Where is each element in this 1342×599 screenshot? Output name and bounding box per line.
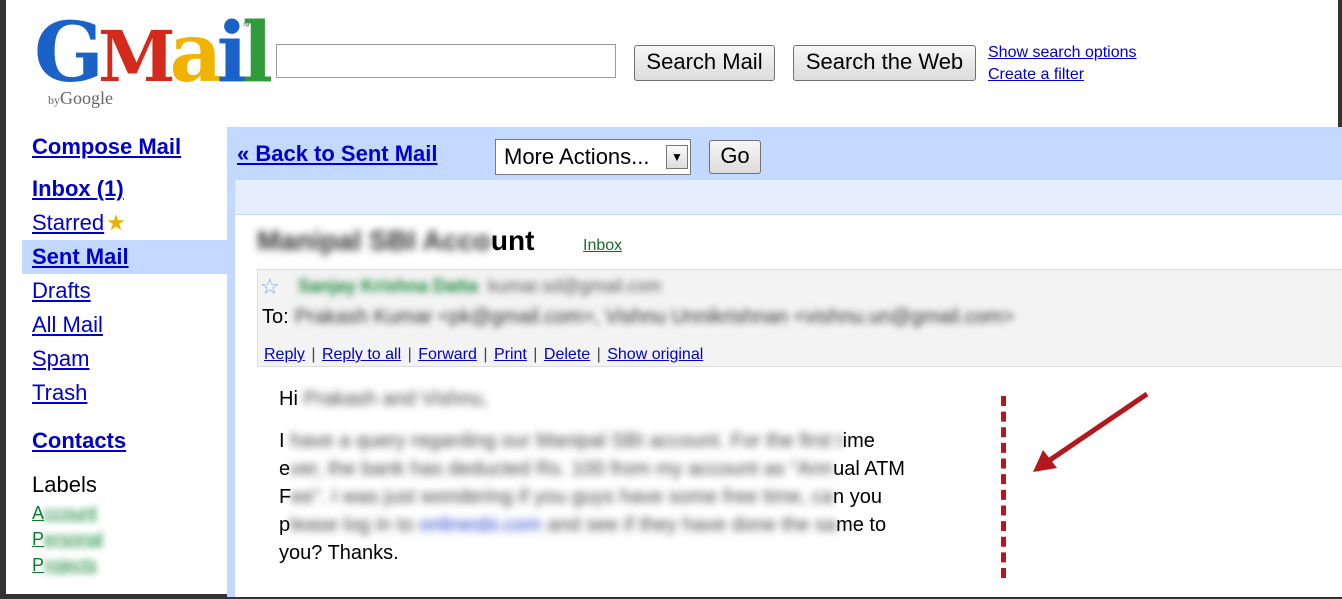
sidebar-item-inbox[interactable]: Inbox (1) bbox=[22, 172, 227, 206]
search-web-button[interactable]: Search the Web bbox=[793, 45, 976, 81]
toolbar-stripe bbox=[235, 180, 1342, 214]
reply-all-link[interactable]: Reply to all bbox=[322, 346, 401, 363]
message-content: Manipal SBI Account Inbox ☆ Sanjay Krish… bbox=[235, 215, 1342, 597]
reply-link[interactable]: Reply bbox=[264, 346, 305, 363]
message-header: ☆ Sanjay Krishna Datta kumar.sd@gmail.com… bbox=[257, 269, 1342, 367]
message-view: « Back to Sent Mail More Actions... ▼ Go… bbox=[227, 127, 1342, 597]
recipients-line: To: Prakash Kumar <pk@gmail.com>, Vishnu … bbox=[262, 306, 1015, 328]
print-link[interactable]: Print bbox=[494, 346, 527, 363]
chevron-down-icon[interactable]: ▼ bbox=[666, 145, 688, 169]
label-item[interactable]: Account bbox=[22, 500, 227, 526]
labels-header: Labels bbox=[32, 472, 97, 497]
sidebar-item-starred[interactable]: Starred★ bbox=[22, 206, 227, 240]
sender-line: Sanjay Krishna Datta kumar.sd@gmail.com bbox=[298, 276, 662, 296]
message-body: Hi Prakash and Vishnu, I have a query re… bbox=[279, 388, 905, 564]
show-original-link[interactable]: Show original bbox=[607, 346, 703, 363]
message-actions: Reply | Reply to all | Forward | Print |… bbox=[264, 346, 704, 363]
forward-link[interactable]: Forward bbox=[418, 346, 477, 363]
by-google: byGoogle bbox=[48, 88, 113, 108]
annotation-dashed-line bbox=[1001, 396, 1006, 578]
more-actions-select[interactable]: More Actions... ▼ bbox=[495, 139, 691, 175]
inbox-label-tag[interactable]: Inbox bbox=[583, 237, 622, 255]
create-filter-link[interactable]: Create a filter bbox=[988, 64, 1137, 86]
annotation-arrow-icon bbox=[1033, 391, 1149, 472]
sidebar-item-trash[interactable]: Trash bbox=[22, 376, 227, 410]
delete-link[interactable]: Delete bbox=[544, 346, 590, 363]
label-item[interactable]: Projects bbox=[22, 552, 227, 578]
label-item[interactable]: Personal bbox=[22, 526, 227, 552]
message-subject: Manipal SBI Account bbox=[257, 225, 535, 256]
sidebar-item-sent-mail[interactable]: Sent Mail bbox=[22, 240, 227, 274]
star-icon: ★ bbox=[106, 210, 126, 235]
sidebar-item-drafts[interactable]: Drafts bbox=[22, 274, 227, 308]
sidebar-item-spam[interactable]: Spam bbox=[22, 342, 227, 376]
compose-mail-link[interactable]: Compose Mail bbox=[22, 130, 227, 164]
sidebar-item-all-mail[interactable]: All Mail bbox=[22, 308, 227, 342]
back-to-sent-mail-link[interactable]: « Back to Sent Mail bbox=[237, 141, 438, 167]
contacts-link[interactable]: Contacts bbox=[22, 424, 227, 458]
show-search-options-link[interactable]: Show search options bbox=[988, 42, 1137, 64]
go-button[interactable]: Go bbox=[709, 140, 761, 174]
sidebar: Compose Mail Inbox (1) Starred★ Sent Mai… bbox=[22, 130, 227, 578]
gmail-logo[interactable]: GMail ™ byGoogle bbox=[34, 10, 273, 110]
search-input[interactable] bbox=[276, 44, 616, 78]
star-outline-icon[interactable]: ☆ bbox=[260, 274, 280, 300]
search-mail-button[interactable]: Search Mail bbox=[634, 45, 775, 81]
